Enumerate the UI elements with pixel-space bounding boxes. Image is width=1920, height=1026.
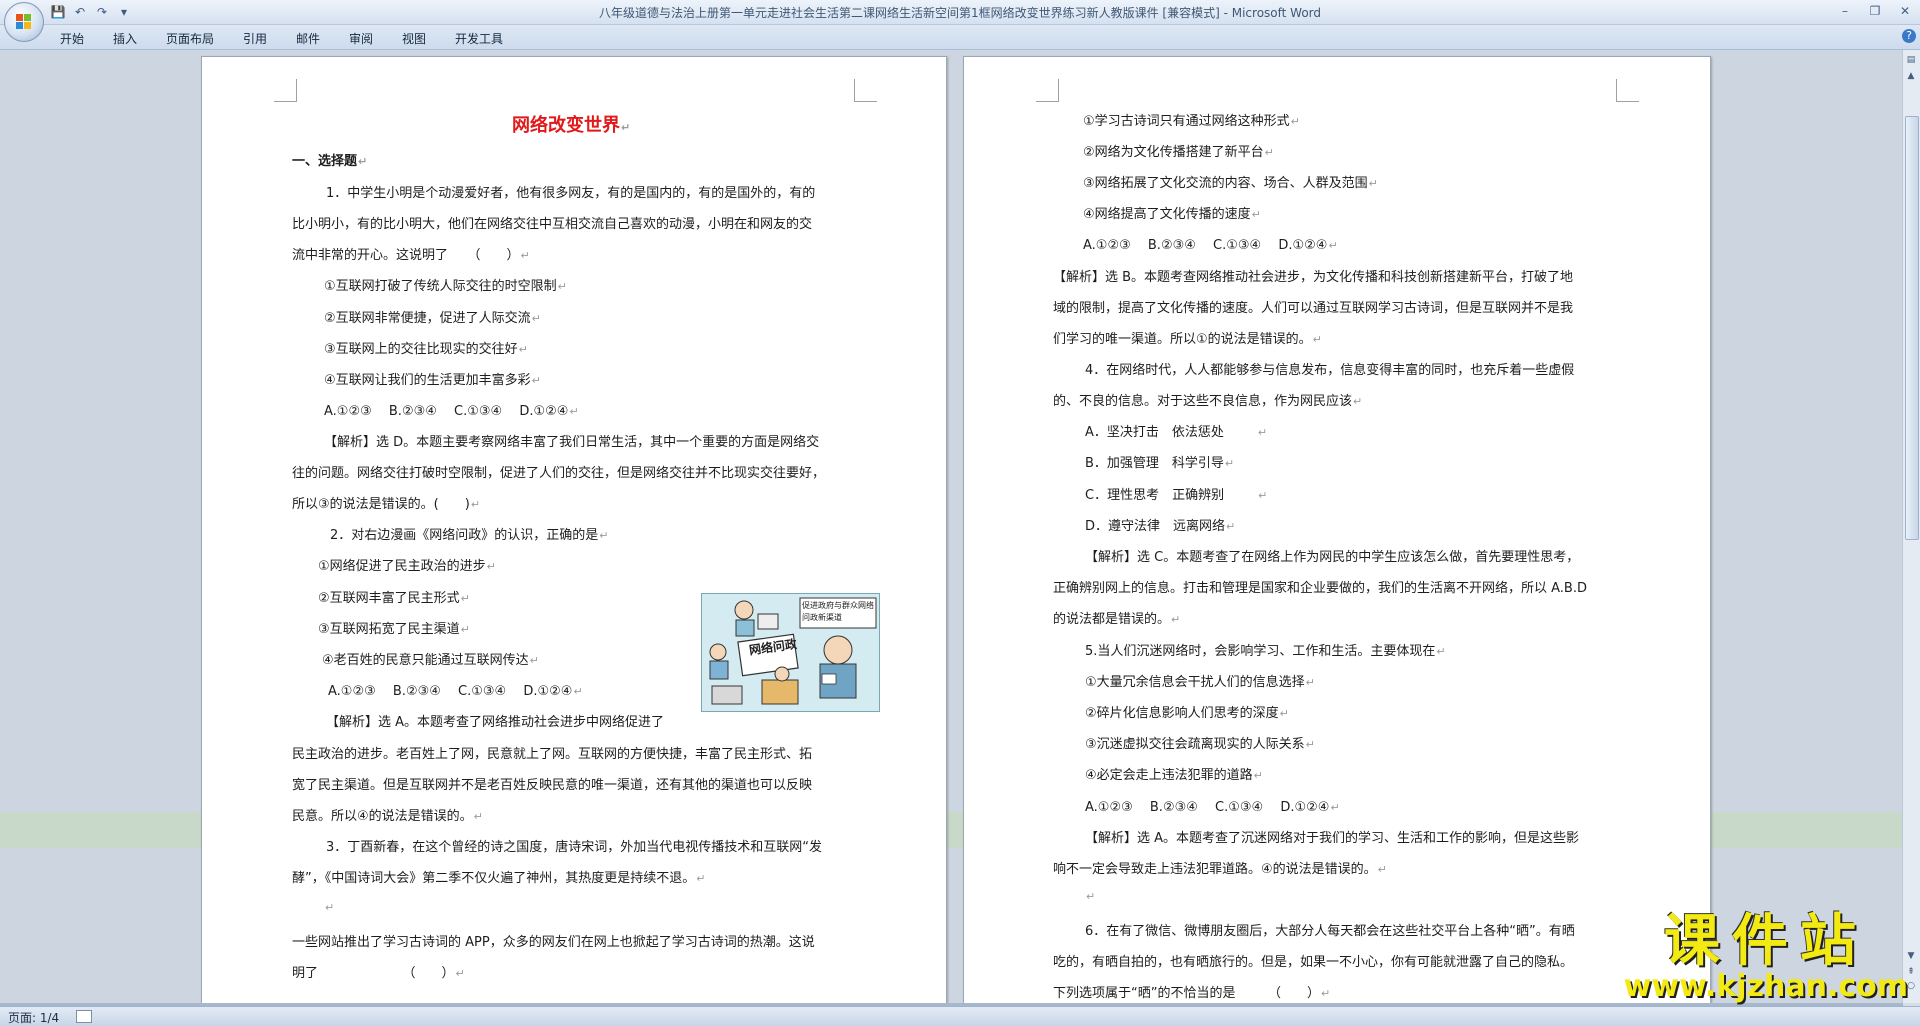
answer-choices: A.①②③ B.②③④ C.①③④ D.①②④↵	[1085, 800, 1340, 815]
option-line: ①大量冗余信息会干扰人们的信息选择↵	[1085, 675, 1315, 690]
option-line: ④老百姓的民意只能通过互联网传达↵	[322, 653, 539, 668]
tab-mailings[interactable]: 邮件	[296, 30, 320, 47]
paragraph-line: 酵”，《中国诗词大会》第二季不仅火遍了神州，其热度更是持续不退。↵	[292, 871, 706, 886]
paragraph-line: 域的限制，提高了文化传播的速度。人们可以通过互联网学习古诗词，但是互联网并不是我	[1053, 301, 1574, 316]
help-icon[interactable]: ?	[1902, 29, 1916, 43]
paragraph-line: 们学习的唯一渠道。所以①的说法是错误的。↵	[1053, 332, 1322, 347]
margin-mark	[1616, 79, 1639, 102]
paragraph-line: 下列选项属于“晒”的不恰当的是 （ ）↵	[1053, 986, 1331, 1001]
option-line: D．遵守法律 远离网络↵	[1085, 519, 1236, 534]
option-line: C．理性思考 正确辨别 ↵	[1085, 488, 1268, 503]
watermark-logo-text: 课件站	[1663, 908, 1868, 974]
answer-choices: A.①②③ B.②③④ C.①③④ D.①②④↵	[1083, 238, 1338, 253]
window-controls: – ❐ ✕	[1830, 0, 1920, 22]
tab-view[interactable]: 视图	[402, 30, 426, 47]
paragraph-line: 所以③的说法是错误的。( )↵	[292, 497, 481, 512]
paragraph-line: 5.当人们沉迷网络时，会影响学习、工作和生活。主要体现在↵	[1085, 644, 1446, 659]
page-count[interactable]: 页面: 1/4	[8, 1009, 59, 1026]
margin-mark	[274, 79, 297, 102]
paragraph-line: 2．对右边漫画《网络问政》的认识，正确的是↵	[330, 528, 609, 543]
tab-insert[interactable]: 插入	[113, 30, 137, 47]
option-line: ④网络提高了文化传播的速度↵	[1083, 207, 1261, 222]
option-line: ③互联网上的交往比现实的交往好↵	[324, 342, 528, 357]
ruler-toggle-icon[interactable]: ▤	[1905, 54, 1917, 66]
document-check-icon[interactable]	[76, 1010, 92, 1023]
paragraph-line: 宽了民主渠道。但是互联网并不是老百姓反映民意的唯一渠道，还有其他的渠道也可以反映	[292, 778, 813, 793]
paragraph-line: 明了 （ ）↵	[292, 966, 465, 981]
option-line: ③互联网拓宽了民主渠道↵	[318, 622, 470, 637]
option-line: B．加强管理 科学引导↵	[1085, 456, 1235, 471]
option-line: ①互联网打破了传统人际交往的时空限制↵	[324, 279, 567, 294]
cartoon-illustration: 网络问政 促进政府与群众网络问政新渠道	[702, 594, 879, 711]
office-logo-icon	[16, 14, 32, 30]
empty-paragraph: ↵	[1086, 890, 1096, 903]
paragraph-line: 民主政治的进步。老百姓上了网，民意就上了网。互联网的方便快捷，丰富了民主形式、拓	[292, 747, 813, 762]
paragraph-line: 【解析】选 A。本题考查了网络推动社会进步中网络促进了	[326, 715, 665, 730]
document-page-2[interactable]: ①学习古诗词只有通过网络这种形式↵ ②网络为文化传播搭建了新平台↵ ③网络拓展了…	[963, 56, 1711, 1005]
paragraph-line: 6．在有了微信、微博朋友圈后，大部分人每天都会在这些社交平台上各种“晒”。有晒	[1085, 924, 1575, 939]
ribbon-tabs: 开始 插入 页面布局 引用 邮件 审阅 视图 开发工具	[0, 25, 1920, 50]
tab-review[interactable]: 审阅	[349, 30, 373, 47]
option-line: ④必定会走上违法犯罪的道路↵	[1085, 768, 1263, 783]
paragraph-line: 【解析】选 B。本题考查网络推动社会进步，为文化传播和科技创新搭建新平台，打破了…	[1053, 270, 1574, 285]
paragraph-line: 一些网站推出了学习古诗词的 APP，众多的网友们在网上也掀起了学习古诗词的热潮。…	[292, 935, 815, 950]
maximize-button[interactable]: ❐	[1860, 0, 1890, 22]
paragraph-line: 正确辨别网上的信息。打击和管理是国家和企业要做的，我们的生活离不开网络，所以 A…	[1053, 581, 1587, 596]
cartoon-image: 网络问政 促进政府与群众网络问政新渠道	[701, 593, 880, 712]
empty-paragraph: ↵	[325, 901, 335, 914]
status-bar: 页面: 1/4	[0, 1006, 1920, 1026]
option-line: ①学习古诗词只有通过网络这种形式↵	[1083, 114, 1300, 129]
paragraph-line: 3．丁酉新春，在这个曾经的诗之国度，唐诗宋词，外加当代电视传播技术和互联网“发	[326, 840, 823, 855]
title-bar: 💾 ↶ ↷ ▾ 八年级道德与法治上册第一单元走进社会生活第二课网络生活新空间第1…	[0, 0, 1920, 25]
cartoon-speech-bubble: 促进政府与群众网络问政新渠道	[802, 601, 874, 622]
margin-mark	[1036, 79, 1059, 102]
option-line: ②互联网非常便捷，促进了人际交流↵	[324, 311, 541, 326]
paragraph-line: 比小明小，有的比小明大，他们在网络交往中互相交流自己喜欢的动漫，小明在和网友的交	[292, 217, 813, 232]
site-watermark: 课件站 www.kjzhan.com	[1624, 911, 1908, 1003]
close-button[interactable]: ✕	[1890, 0, 1920, 22]
option-line: ②互联网丰富了民主形式↵	[318, 591, 470, 606]
option-line: ②碎片化信息影响人们思考的深度↵	[1085, 706, 1289, 721]
answer-choices: A.①②③ B.②③④ C.①③④ D.①②④↵	[324, 404, 579, 419]
paragraph-line: 【解析】选 D。本题主要考察网络丰富了我们日常生活，其中一个重要的方面是网络交	[324, 435, 820, 450]
paragraph-line: 4．在网络时代，人人都能够参与信息发布，信息变得丰富的同时，也充斥着一些虚假	[1085, 363, 1575, 378]
paragraph-line: 响不一定会导致走上违法犯罪道路。④的说法是错误的。↵	[1053, 862, 1387, 877]
paragraph-line: 往的问题。网络交往打破时空限制，促进了人们的交往，但是网络交往并不比现实交往要好…	[292, 466, 826, 481]
tab-page-layout[interactable]: 页面布局	[166, 30, 214, 47]
paragraph-line: 【解析】选 A。本题考查了沉迷网络对于我们的学习、生活和工作的影响，但是这些影	[1085, 831, 1580, 846]
margin-mark	[854, 79, 877, 102]
paragraph-line: 民意。所以④的说法是错误的。↵	[292, 809, 483, 824]
paragraph-line: 吃的，有晒自拍的，也有晒旅行的。但是，如果一不小心，你有可能就泄露了自己的隐私。	[1053, 955, 1574, 970]
vertical-scrollbar[interactable]: ▤ ▲ ▼ ⇞ ○	[1902, 50, 1920, 1003]
office-button[interactable]	[4, 2, 44, 42]
option-line: ②网络为文化传播搭建了新平台↵	[1083, 145, 1274, 160]
scrollbar-thumb[interactable]	[1905, 116, 1919, 540]
answer-choices: A.①②③ B.②③④ C.①③④ D.①②④↵	[328, 684, 583, 699]
document-heading: 网络改变世界↵	[512, 115, 631, 136]
option-line: ③沉迷虚拟交往会疏离现实的人际关系↵	[1085, 737, 1315, 752]
tab-references[interactable]: 引用	[243, 30, 267, 47]
option-line: A．坚决打击 依法惩处 ↵	[1085, 425, 1268, 440]
option-line: ④互联网让我们的生活更加丰富多彩↵	[324, 373, 541, 388]
option-line: ③网络拓展了文化交流的内容、场合、人群及范围↵	[1083, 176, 1378, 191]
tab-developer[interactable]: 开发工具	[455, 30, 503, 47]
paragraph-line: 【解析】选 C。本题考查了在网络上作为网民的中学生应该怎么做，首先要理性思考，	[1085, 550, 1580, 565]
paragraph-line: 的、不良的信息。对于这些不良信息，作为网民应该↵	[1053, 394, 1363, 409]
scroll-up-icon[interactable]: ▲	[1905, 70, 1917, 82]
paragraph-line: 1．中学生小明是个动漫爱好者，他有很多网友，有的是国内的，有的是国外的，有的	[326, 186, 816, 201]
window-title: 八年级道德与法治上册第一单元走进社会生活第二课网络生活新空间第1框网络改变世界练…	[598, 6, 1322, 20]
document-page-1[interactable]: 网络改变世界↵ 一、选择题↵ 1．中学生小明是个动漫爱好者，他有很多网友，有的是…	[201, 56, 947, 1005]
tab-home[interactable]: 开始	[60, 30, 84, 47]
paragraph-line: 流中非常的开心。这说明了 （ ）↵	[292, 248, 530, 263]
paragraph-line: 的说法都是错误的。↵	[1053, 612, 1181, 627]
option-line: ①网络促进了民主政治的进步↵	[318, 559, 496, 574]
section-heading: 一、选择题↵	[292, 154, 368, 169]
minimize-button[interactable]: –	[1830, 0, 1860, 22]
watermark-url: www.kjzhan.com	[1623, 969, 1908, 1004]
